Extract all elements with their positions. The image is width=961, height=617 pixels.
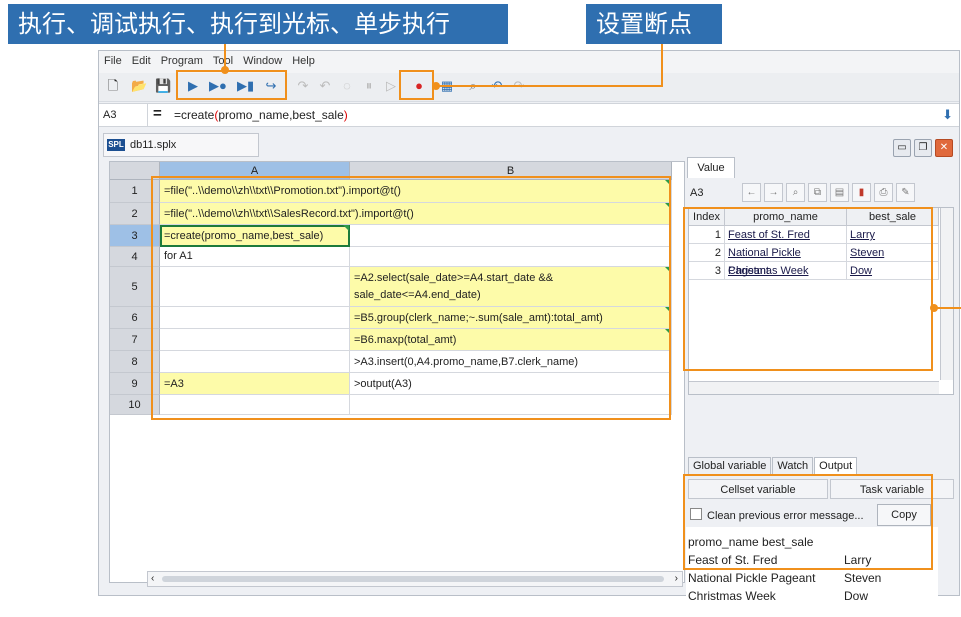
- export-icon[interactable]: ⎙: [874, 183, 893, 202]
- annotation-run-buttons: [176, 70, 287, 100]
- chart-icon[interactable]: ▮: [852, 183, 871, 202]
- document-tab-label: db11.splx: [130, 139, 177, 151]
- annotation-connector: [434, 85, 663, 87]
- value-cell-label: A3: [690, 187, 704, 199]
- value-vertical-scrollbar[interactable]: [940, 208, 953, 380]
- formula-prefix: =create: [174, 108, 215, 122]
- annotation-dot: [930, 304, 938, 312]
- cell-name-box[interactable]: A3: [103, 104, 148, 126]
- window-controls: ▭ ❐ ✕: [890, 139, 953, 157]
- document-tab[interactable]: SPL db11.splx: [103, 133, 259, 157]
- edit-icon[interactable]: ✎: [896, 183, 915, 202]
- annotation-output: [683, 474, 933, 570]
- stop-icon[interactable]: ⏸: [361, 78, 377, 94]
- banner-breakpoint: 设置断点: [586, 4, 722, 44]
- copy-icon[interactable]: ⧉: [808, 183, 827, 202]
- grid-horizontal-scrollbar[interactable]: ‹ ›: [147, 571, 683, 587]
- forward-icon[interactable]: →: [764, 183, 783, 202]
- resume-icon[interactable]: ▷: [383, 78, 399, 94]
- open-folder-icon[interactable]: 📂: [131, 78, 147, 94]
- menu-program[interactable]: Program: [156, 51, 208, 67]
- scroll-left-icon[interactable]: ‹: [151, 573, 154, 584]
- spl-file-icon: SPL: [107, 139, 125, 151]
- table-icon[interactable]: ▤: [830, 183, 849, 202]
- formula-bar: A3 = =create(promo_name,best_sale) ⬇: [99, 103, 959, 127]
- menu-window[interactable]: Window: [238, 51, 287, 67]
- new-file-icon[interactable]: 🗋: [105, 78, 121, 94]
- formula-close-paren: ): [343, 108, 348, 122]
- back-icon[interactable]: ←: [742, 183, 761, 202]
- formula-input[interactable]: =create(promo_name,best_sale): [174, 104, 348, 126]
- bottom-tab-strip: Global variable Watch Output: [688, 457, 858, 475]
- value-toolbar: ← → ⌕ ⧉ ▤ ▮ ⎙ ✎: [742, 183, 918, 202]
- step-return-icon[interactable]: ↶: [317, 78, 333, 94]
- annotation-dot: [221, 66, 229, 74]
- annotation-dot: [432, 82, 440, 90]
- formula-args: promo_name,best_sale: [218, 108, 344, 122]
- save-icon[interactable]: 💾: [155, 78, 171, 94]
- banner-run-modes: 执行、调试执行、执行到光标、单步执行: [8, 4, 508, 44]
- step-into-icon[interactable]: ↷: [295, 78, 311, 94]
- annotation-breakpoint-button: [399, 70, 434, 100]
- annotation-value-table: [683, 207, 933, 371]
- menu-file[interactable]: File: [99, 51, 127, 67]
- pause-icon[interactable]: ◌: [339, 78, 355, 94]
- menu-help[interactable]: Help: [287, 51, 320, 67]
- close-icon[interactable]: ✕: [935, 139, 953, 157]
- scroll-thumb[interactable]: [162, 576, 664, 582]
- minimize-icon[interactable]: ▭: [893, 139, 911, 157]
- expand-down-icon[interactable]: ⬇: [942, 107, 953, 123]
- inspect-icon[interactable]: ⌕: [786, 183, 805, 202]
- output-line: Christmas Week Dow: [688, 589, 869, 603]
- equals-sign: =: [153, 105, 162, 122]
- tab-watch[interactable]: Watch: [772, 457, 814, 475]
- tab-value[interactable]: Value: [687, 157, 735, 178]
- tab-global-variable[interactable]: Global variable: [688, 457, 772, 475]
- menu-tool[interactable]: Tool: [208, 51, 238, 67]
- tab-output[interactable]: Output: [814, 457, 858, 475]
- annotation-cellset: [151, 176, 671, 420]
- restore-icon[interactable]: ❐: [914, 139, 932, 157]
- value-horizontal-scrollbar[interactable]: [689, 381, 939, 394]
- scroll-right-icon[interactable]: ›: [675, 573, 678, 584]
- annotation-connector: [661, 44, 663, 87]
- menu-edit[interactable]: Edit: [127, 51, 156, 67]
- output-line: National Pickle Pageant Steven: [688, 571, 882, 585]
